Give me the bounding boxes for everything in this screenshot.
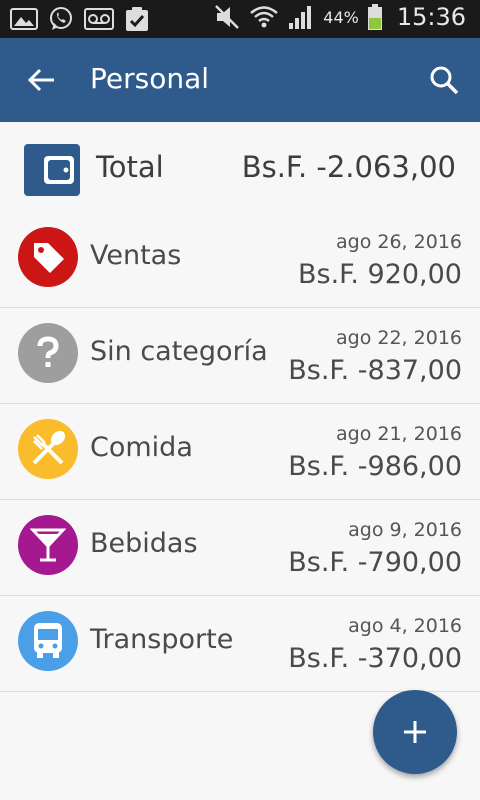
category-circle [18,323,78,383]
category-name: Transporte [90,624,234,655]
page-title: Personal [90,62,210,95]
category-amount: Bs.F. 920,00 [297,259,462,290]
clipboard-icon [126,7,148,31]
wifi-icon [250,6,279,28]
category-circle [18,515,78,575]
category-date: ago 21, 2016 [336,423,462,445]
category-amount: Bs.F. -837,00 [288,355,462,386]
battery-percent: 44% [323,7,359,27]
category-amount: Bs.F. -790,00 [288,547,462,578]
bus-icon [34,623,62,658]
add-transaction-button[interactable] [373,690,457,774]
question-icon [37,336,59,367]
voicemail-icon [84,8,114,30]
category-name: Ventas [90,240,182,271]
cocktail-icon [30,528,66,562]
category-circle [18,419,78,479]
total-amount: Bs.F. -2.063,00 [241,150,456,184]
signal-icon [289,6,312,29]
battery-icon [367,4,382,30]
clock: 15:36 [396,3,466,31]
total-label: Total [96,150,164,184]
category-name: Comida [90,432,193,463]
category-circle [18,227,78,287]
category-list: Ventas ago 26, 2016 Bs.F. 920,00 Sin cat… [0,212,480,692]
category-date: ago 26, 2016 [336,231,462,253]
gallery-icon [10,8,38,30]
category-date: ago 9, 2016 [348,519,462,541]
total-row: Total Bs.F. -2.063,00 [0,122,480,214]
wallet-icon [24,144,80,196]
status-bar: 44% 15:36 [0,0,480,38]
list-item-sin-categoria[interactable]: Sin categoría ago 22, 2016 Bs.F. -837,00 [0,308,480,404]
mute-icon [215,5,240,29]
plus-icon [404,721,426,743]
fork-spoon-icon [32,430,66,465]
category-date: ago 4, 2016 [348,615,462,637]
app-bar: Personal [0,38,480,122]
category-name: Bebidas [90,528,198,559]
category-date: ago 22, 2016 [336,327,462,349]
search-icon[interactable] [428,64,460,96]
list-item-comida[interactable]: Comida ago 21, 2016 Bs.F. -986,00 [0,404,480,500]
category-amount: Bs.F. -986,00 [288,451,462,482]
category-name: Sin categoría [90,336,268,367]
arrow-back-icon[interactable] [26,64,58,96]
category-amount: Bs.F. -370,00 [288,643,462,674]
list-item-bebidas[interactable]: Bebidas ago 9, 2016 Bs.F. -790,00 [0,500,480,596]
category-circle [18,611,78,671]
whatsapp-icon [50,7,72,30]
list-item-ventas[interactable]: Ventas ago 26, 2016 Bs.F. 920,00 [0,212,480,308]
tag-icon [34,243,64,273]
list-item-transporte[interactable]: Transporte ago 4, 2016 Bs.F. -370,00 [0,596,480,692]
